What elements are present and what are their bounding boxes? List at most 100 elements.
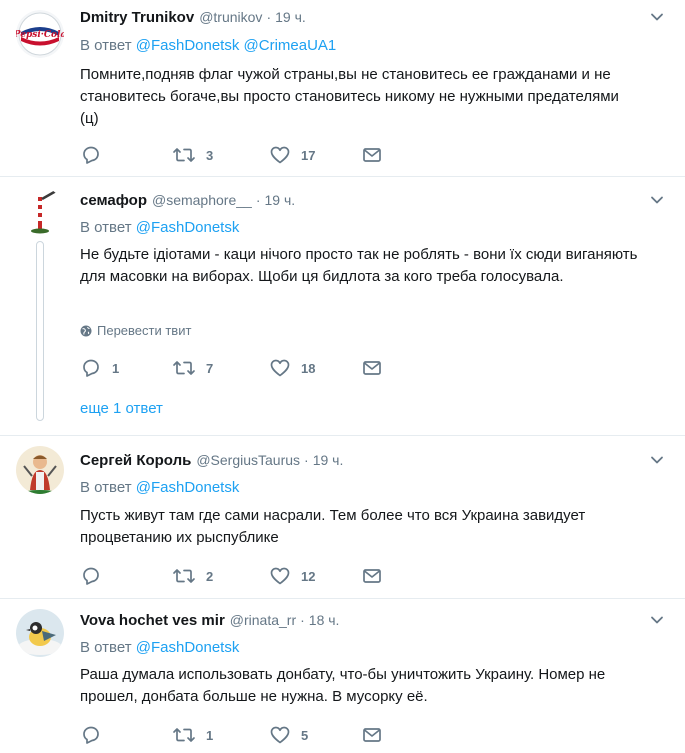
tweet-text: Не будьте ідіотами - каци нічого просто … [80,246,638,285]
avatar[interactable] [16,187,64,235]
chevron-down-icon[interactable] [649,612,665,628]
like-count: 12 [301,568,316,584]
retweet-button[interactable]: 3 [172,145,213,165]
display-name[interactable]: Vova hochet ves mir [80,612,225,629]
tweet-text: Пусть живут там где сами насрали. Тем бо… [80,507,586,546]
reply-icon [83,567,99,585]
semaphore-avatar [16,187,64,235]
reply-button[interactable] [80,145,102,165]
reply-button[interactable] [80,566,102,586]
globe-icon [80,325,92,336]
tweet[interactable]: Vova hochet ves mir @rinata_rr · 18 ч. В… [0,599,685,753]
display-name[interactable]: Сергей Король [80,452,191,469]
like-button[interactable]: 17 [269,145,315,165]
tweet-header: Сергей Король @SergiusTaurus · 19 ч. [80,450,343,470]
avatar[interactable]: Pepsi·Cola [16,10,64,58]
separator-dot: · [255,192,261,208]
bird-avatar [16,609,64,657]
like-button[interactable]: 12 [269,566,315,586]
reply-context: В ответ @FashDonetsk [80,219,239,236]
reply-button[interactable] [80,725,102,745]
cossack-illustration-avatar [16,446,64,494]
like-count: 18 [301,360,316,376]
reply-icon [83,726,99,744]
mention-link[interactable]: @FashDonetsk [136,639,240,656]
retweet-icon [173,569,195,583]
tweet-actions: 1 5 [80,725,400,745]
avatar[interactable] [16,446,64,494]
username[interactable]: @SergiusTaurus [196,452,300,468]
tweet[interactable]: семафор @semaphore__ · 19 ч. В ответ @Fa… [0,177,685,435]
show-more-replies-link[interactable]: еще 1 ответ [80,400,163,417]
separator-dot: · [300,612,305,628]
timestamp[interactable]: 19 ч. [275,9,306,25]
envelope-icon [363,569,381,583]
avatar[interactable] [16,609,64,657]
reply-context: В ответ @FashDonetsk [80,639,239,656]
translate-link[interactable]: Перевести твит [80,323,191,338]
heart-icon [270,146,290,164]
username[interactable]: @semaphore__ [152,192,252,208]
heart-icon [270,726,290,744]
reply-prefix: В ответ [80,37,132,54]
retweet-button[interactable]: 2 [172,566,213,586]
reply-context: В ответ @FashDonetsk @CrimeaUA1 [80,37,336,54]
direct-message-button[interactable] [361,725,383,745]
like-button[interactable]: 5 [269,725,308,745]
timestamp[interactable]: 19 ч. [313,452,344,468]
tweet-actions: 1 7 18 [80,358,400,378]
tweet-text: Помните,подняв флаг чужой страны,вы не с… [80,66,619,127]
timestamp[interactable]: 19 ч. [264,192,295,208]
retweet-button[interactable]: 7 [172,358,213,378]
reply-icon [83,359,99,377]
retweet-count: 3 [206,147,214,163]
mention-link[interactable]: @FashDonetsk [136,37,240,54]
direct-message-button[interactable] [361,145,383,165]
reply-prefix: В ответ [80,219,132,236]
mention-link[interactable]: @FashDonetsk [136,479,240,496]
username[interactable]: @trunikov [199,9,262,25]
username[interactable]: @rinata_rr [230,612,296,628]
tweet-actions: 2 12 [80,566,400,586]
timestamp[interactable]: 18 ч. [309,612,340,628]
heart-icon [270,359,290,377]
chevron-down-icon[interactable] [649,192,665,208]
envelope-icon [363,148,381,162]
chevron-down-icon[interactable] [649,452,665,468]
direct-message-button[interactable] [361,566,383,586]
chevron-down-icon[interactable] [649,9,665,25]
reply-prefix: В ответ [80,479,132,496]
display-name[interactable]: Dmitry Trunikov [80,9,194,26]
translate-label[interactable]: Перевести твит [97,323,191,338]
mention-link[interactable]: @CrimeaUA1 [244,37,337,54]
envelope-icon [363,361,381,375]
retweet-icon [173,728,195,742]
tweet-header: Dmitry Trunikov @trunikov · 19 ч. [80,7,306,27]
tweet-actions: 3 17 [80,145,400,165]
like-count: 5 [301,727,309,743]
tweet[interactable]: Pepsi·Cola Dmitry Trunikov @trunikov · 1… [0,0,685,176]
reply-context: В ответ @FashDonetsk [80,479,239,496]
retweet-button[interactable]: 1 [172,725,213,745]
retweet-count: 2 [206,568,214,584]
svg-text:Pepsi·Cola: Pepsi·Cola [16,30,64,40]
tweet-text: Раша думала использовать донбату, что-бы… [80,666,606,705]
display-name[interactable]: семафор [80,192,147,209]
tweet-header: Vova hochet ves mir @rinata_rr · 18 ч. [80,610,339,630]
retweet-icon [173,148,195,162]
retweet-count: 1 [206,727,214,743]
envelope-icon [363,728,381,742]
tweet[interactable]: Сергей Король @SergiusTaurus · 19 ч. В о… [0,436,685,598]
direct-message-button[interactable] [361,358,383,378]
reply-count: 1 [112,360,120,376]
heart-icon [270,567,290,585]
retweet-count: 7 [206,360,214,376]
thread-connector [36,241,44,421]
separator-dot: · [266,9,272,25]
reply-button[interactable]: 1 [80,358,119,378]
mention-link[interactable]: @FashDonetsk [136,219,240,236]
like-button[interactable]: 18 [269,358,315,378]
like-count: 17 [301,147,316,163]
tweet-header: семафор @semaphore__ · 19 ч. [80,190,295,210]
separator-dot: · [304,452,309,468]
